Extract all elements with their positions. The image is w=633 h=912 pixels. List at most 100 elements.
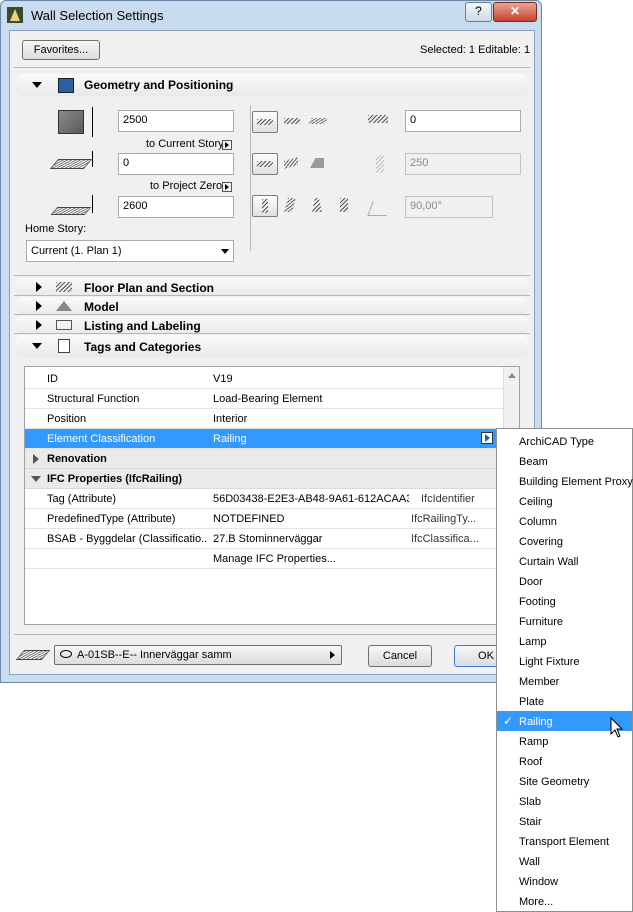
expand-arrow-icon[interactable] [36, 282, 42, 292]
expand-arrow-icon[interactable] [36, 320, 42, 330]
menu-item[interactable]: Ceiling [497, 491, 632, 511]
menu-item[interactable]: Column [497, 511, 632, 531]
menu-item-label: Light Fixture [519, 656, 580, 668]
classification-menu-button[interactable] [481, 432, 493, 444]
ref-line-inside-icon[interactable] [308, 118, 328, 124]
table-row[interactable]: Structural Function Load-Bearing Element [25, 389, 503, 409]
collapse-arrow-icon[interactable] [32, 343, 42, 349]
thickness-icon [376, 155, 384, 173]
manage-ifc-properties-link[interactable]: Manage IFC Properties... [213, 553, 413, 565]
listing-panel-header[interactable]: Listing and Labeling [14, 316, 530, 334]
expand-arrow-icon[interactable] [33, 454, 39, 464]
table-row[interactable]: Tag (Attribute) 56D03438-E2E3-AB48-9A61-… [25, 489, 503, 509]
layer-value: A-01SB--E-- Innerväggar samm [77, 649, 232, 661]
property-value[interactable]: Railing [213, 433, 413, 445]
menu-item[interactable]: Footing [497, 591, 632, 611]
straight-wall-button[interactable] [252, 153, 278, 175]
listing-panel-title: Listing and Labeling [84, 319, 201, 333]
polygonal-wall-icon[interactable] [310, 158, 324, 168]
menu-item[interactable]: Wall [497, 851, 632, 871]
menu-item-label: Roof [519, 756, 543, 768]
menu-item[interactable]: Window [497, 871, 632, 891]
bottom-reference-button[interactable] [222, 182, 232, 192]
menu-item[interactable]: Member [497, 671, 632, 691]
layer-select[interactable]: A-01SB--E-- Innerväggar samm [54, 645, 342, 665]
wall-height-input[interactable]: 2600 [118, 196, 234, 218]
geometry-panel-header[interactable]: Geometry and Positioning [14, 74, 530, 96]
property-value[interactable]: 56D03438-E2E3-AB48-9A61-612ACAA3 [213, 493, 409, 505]
home-story-label: Home Story: [25, 223, 87, 235]
table-row[interactable]: Position Interior [25, 409, 503, 429]
height-dimension-icon [92, 107, 93, 137]
reference-line-outside-button[interactable] [252, 111, 278, 133]
menu-item[interactable]: ArchiCAD Type [497, 431, 632, 451]
menu-item[interactable]: Furniture [497, 611, 632, 631]
menu-item[interactable]: Curtain Wall [497, 551, 632, 571]
menu-item-label: More... [519, 896, 554, 908]
tags-panel-header[interactable]: Tags and Categories [14, 335, 530, 357]
ref-line-center-icon[interactable] [284, 118, 300, 124]
menu-item[interactable]: Covering [497, 531, 632, 551]
menu-item[interactable]: Slab [497, 791, 632, 811]
menu-item[interactable]: Building Element Proxy [497, 471, 633, 491]
table-row[interactable]: ID V19 [25, 369, 503, 389]
property-value[interactable]: 27.B Stominnerväggar [213, 533, 413, 545]
divider [14, 634, 530, 635]
menu-item-label: Furniture [519, 616, 564, 628]
property-value[interactable]: NOTDEFINED [213, 513, 413, 525]
menu-item[interactable]: Light Fixture [497, 651, 632, 671]
floor-plan-panel-title: Floor Plan and Section [84, 281, 215, 295]
menu-item[interactable]: Lamp [497, 631, 632, 651]
slanted-wall-icon[interactable] [284, 198, 296, 212]
menu-item[interactable]: Plate [497, 691, 632, 711]
double-slanted-wall-icon[interactable] [312, 198, 322, 212]
property-value[interactable]: V19 [213, 373, 413, 385]
menu-item[interactable]: Roof [497, 751, 632, 771]
menu-item[interactable]: Stair [497, 811, 632, 831]
help-button[interactable]: ? [465, 2, 492, 22]
ifc-group-row[interactable]: IFC Properties (IfcRailing) [25, 469, 503, 489]
title-bar[interactable]: Wall Selection Settings ? ✕ [1, 1, 541, 30]
cancel-button[interactable]: Cancel [368, 645, 432, 667]
property-value[interactable]: Load-Bearing Element [213, 393, 413, 405]
model-panel-header[interactable]: Model [14, 297, 530, 315]
checkmark-icon: ✓ [503, 714, 514, 728]
collapse-arrow-icon[interactable] [31, 476, 41, 482]
menu-item-label: Ceiling [519, 496, 553, 508]
profiled-wall-icon[interactable] [340, 198, 348, 212]
table-row[interactable]: Manage IFC Properties... [25, 549, 503, 569]
thickness-input[interactable]: 250 [405, 153, 521, 175]
vertical-wall-button[interactable] [252, 195, 278, 217]
renovation-group-row[interactable]: Renovation [25, 449, 503, 469]
top-height-input[interactable]: 2500 [118, 110, 234, 132]
offset-input[interactable]: 0 [405, 110, 521, 132]
trapezoid-wall-icon[interactable] [284, 157, 298, 169]
top-reference-button[interactable] [222, 140, 232, 150]
floor-plan-panel-header[interactable]: Floor Plan and Section [14, 278, 530, 296]
property-type: IfcRailingTy... [411, 513, 477, 525]
menu-item-label: Ramp [519, 736, 549, 748]
expand-arrow-icon[interactable] [36, 301, 42, 311]
menu-item[interactable]: Site Geometry [497, 771, 632, 791]
property-name: Element Classification [47, 433, 156, 445]
bottom-dimension-icon [92, 151, 93, 167]
table-row[interactable]: BSAB - Byggdelar (Classificatio... 27.B … [25, 529, 503, 549]
favorites-button[interactable]: Favorites... [22, 40, 100, 60]
menu-item-label: Covering [519, 536, 564, 548]
menu-item[interactable]: More... [497, 891, 632, 911]
menu-item[interactable]: Beam [497, 451, 632, 471]
table-row-selected[interactable]: Element Classification Railing [25, 429, 503, 449]
table-row[interactable]: PredefinedType (Attribute) NOTDEFINED If… [25, 509, 503, 529]
property-value[interactable]: Interior [213, 413, 413, 425]
home-story-select[interactable]: Current (1. Plan 1) [26, 240, 234, 262]
slant-angle-input[interactable]: 90,00° [405, 196, 493, 218]
collapse-arrow-icon[interactable] [32, 82, 42, 88]
bottom-offset-input[interactable]: 0 [118, 153, 234, 175]
menu-item-label: Railing [519, 716, 553, 728]
scroll-up-icon[interactable] [508, 373, 516, 378]
menu-item[interactable]: Door [497, 571, 632, 591]
menu-item[interactable]: Transport Element [497, 831, 632, 851]
menu-item-label: Stair [519, 816, 542, 828]
close-button[interactable]: ✕ [493, 2, 537, 22]
model-icon [56, 301, 72, 311]
